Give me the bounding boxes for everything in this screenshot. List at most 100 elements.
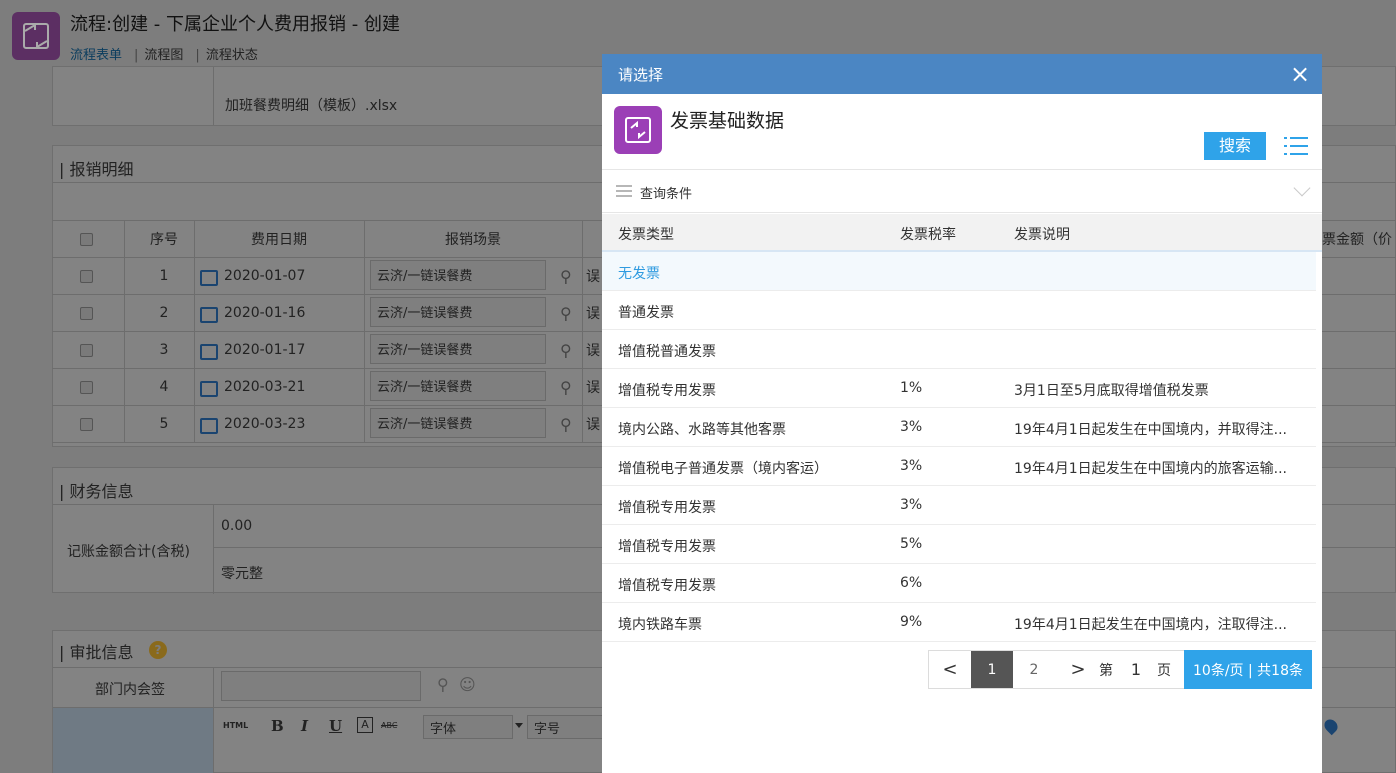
search-icon[interactable]: ⚲ — [560, 295, 572, 331]
strikethrough-icon[interactable]: ABC — [381, 721, 397, 730]
row-date[interactable]: 2020-01-07 — [200, 258, 305, 294]
search-button[interactable]: 搜索 — [1204, 132, 1266, 160]
divider — [213, 504, 214, 594]
chevron-down-icon[interactable] — [1293, 179, 1311, 197]
divider — [124, 221, 125, 257]
finance-amount: 0.00 — [221, 518, 253, 534]
invoice-type: 境内铁路车票 — [618, 617, 702, 633]
page-title: 流程:创建 - 下属企业个人费用报销 - 创建 — [70, 14, 400, 35]
goto-page-input[interactable]: 1 — [1125, 651, 1147, 688]
row-scene-input[interactable]: 云济/一链误餐费 — [370, 408, 546, 438]
search-icon[interactable]: ⚲ — [560, 258, 572, 294]
row-scene-value: 云济/一链误餐费 — [377, 269, 473, 284]
font-color-icon[interactable]: A — [357, 717, 373, 733]
row-number: 5 — [159, 416, 169, 432]
close-icon[interactable]: × — [1288, 60, 1312, 88]
tax-rate: 5% — [900, 536, 923, 552]
invoice-type: 增值税电子普通发票（境内客运） — [618, 461, 828, 477]
calendar-icon[interactable] — [200, 270, 218, 286]
row-checkbox[interactable] — [80, 258, 93, 294]
search-icon[interactable]: ⚲ — [560, 332, 572, 368]
list-item[interactable]: 无发票 — [602, 252, 1316, 291]
invoice-description: 3月1日至5月底取得增值税发票 — [1014, 383, 1209, 399]
col-invoice-amount: 票金额（价 — [1322, 232, 1392, 248]
select-dialog: 请选择 × 发票基础数据 搜索 查询条件 发票类型 发票税率 发票说明 无发票普… — [602, 54, 1322, 773]
list-item[interactable]: 增值税电子普通发票（境内客运） 3% 19年4月1日起发生在中国境内的旅客运输... — [602, 447, 1316, 486]
page-1-button[interactable]: 1 — [971, 651, 1013, 688]
list-item[interactable]: 增值税专用发票 5% — [602, 525, 1316, 564]
invoice-description: 19年4月1日起发生在中国境内的旅客运输... — [1014, 461, 1287, 477]
app-flow-icon — [12, 12, 60, 60]
list-item[interactable]: 增值税普通发票 — [602, 330, 1316, 369]
prev-page-button[interactable]: < — [929, 651, 971, 688]
row-date[interactable]: 2020-01-16 — [200, 295, 305, 331]
row-scene-input[interactable]: 云济/一链误餐费 — [370, 334, 546, 364]
row-checkbox[interactable] — [80, 406, 93, 442]
row-checkbox[interactable] — [80, 295, 93, 331]
divider — [364, 369, 365, 405]
calendar-icon[interactable] — [200, 418, 218, 434]
divider — [124, 406, 125, 442]
divider — [364, 258, 365, 294]
tax-rate: 9% — [900, 614, 923, 630]
calendar-icon[interactable] — [200, 307, 218, 323]
italic-icon[interactable]: I — [301, 717, 308, 735]
row-number: 3 — [159, 342, 169, 358]
row-scene-input[interactable]: 云济/一链误餐费 — [370, 371, 546, 401]
row-checkbox[interactable] — [80, 369, 93, 405]
goto-prefix: 第 — [1099, 662, 1113, 679]
list-view-icon[interactable] — [1284, 134, 1310, 158]
font-select[interactable]: 字体 — [423, 715, 513, 739]
approval-section-title: | 审批信息 — [59, 643, 134, 662]
dept-sign-label: 部门内会签 — [95, 682, 165, 698]
divider — [582, 332, 583, 368]
list-item[interactable]: 增值税专用发票 1% 3月1日至5月底取得增值税发票 — [602, 369, 1316, 408]
underline-icon[interactable]: U — [329, 717, 342, 735]
row-suffix: 误 — [586, 269, 600, 285]
location-pin-icon[interactable] — [1321, 716, 1341, 736]
search-icon[interactable]: ⚲ — [560, 369, 572, 405]
html-icon[interactable]: HTML — [223, 721, 248, 730]
row-checkbox[interactable] — [80, 332, 93, 368]
search-icon[interactable]: ⚲ — [560, 406, 572, 442]
page-2-button[interactable]: 2 — [1013, 651, 1055, 688]
list-item[interactable]: 境内公路、水路等其他客票 3% 19年4月1日起发生在中国境内，并取得注... — [602, 408, 1316, 447]
divider — [194, 295, 195, 331]
attachment-filename[interactable]: 加班餐费明细（模板）.xlsx — [225, 95, 397, 115]
user-icon[interactable]: ☺ — [459, 675, 476, 694]
col-description: 发票说明 — [1014, 227, 1070, 243]
query-conditions-bar[interactable]: 查询条件 — [602, 169, 1322, 213]
calendar-icon[interactable] — [200, 381, 218, 397]
dept-sign-input[interactable] — [221, 671, 421, 701]
help-icon[interactable]: ? — [149, 641, 167, 659]
dialog-header: 请选择 × — [602, 54, 1322, 94]
size-select[interactable]: 字号 — [527, 715, 607, 739]
row-number: 4 — [159, 379, 169, 395]
tab-flow-status[interactable]: 流程状态 — [206, 48, 258, 63]
row-date[interactable]: 2020-03-21 — [200, 369, 305, 405]
list-item[interactable]: 境内铁路车票 9% 19年4月1日起发生在中国境内，注取得注... — [602, 603, 1316, 642]
select-all-checkbox[interactable] — [80, 221, 93, 257]
page-size-select[interactable]: 10条/页 | 共18条 — [1184, 650, 1312, 689]
list-item[interactable]: 增值税专用发票 3% — [602, 486, 1316, 525]
calendar-icon[interactable] — [200, 344, 218, 360]
chevron-down-icon[interactable] — [515, 723, 523, 728]
tab-flow-chart[interactable]: 流程图 — [144, 48, 183, 63]
next-page-button[interactable]: > — [1065, 651, 1091, 688]
search-icon[interactable]: ⚲ — [437, 675, 449, 694]
divider — [213, 667, 214, 773]
row-date[interactable]: 2020-03-23 — [200, 406, 305, 442]
row-date[interactable]: 2020-01-17 — [200, 332, 305, 368]
tab-divider: | — [195, 48, 200, 63]
bold-icon[interactable]: B — [271, 717, 284, 735]
divider — [582, 406, 583, 442]
divider — [124, 369, 125, 405]
row-scene-input[interactable]: 云济/一链误餐费 — [370, 297, 546, 327]
tax-rate: 3% — [900, 458, 923, 474]
tab-flow-form[interactable]: 流程表单 — [70, 48, 122, 63]
list-item[interactable]: 增值税专用发票 6% — [602, 564, 1316, 603]
divider — [364, 332, 365, 368]
tab-divider: | — [134, 48, 139, 63]
list-item[interactable]: 普通发票 — [602, 291, 1316, 330]
row-scene-input[interactable]: 云济/一链误餐费 — [370, 260, 546, 290]
